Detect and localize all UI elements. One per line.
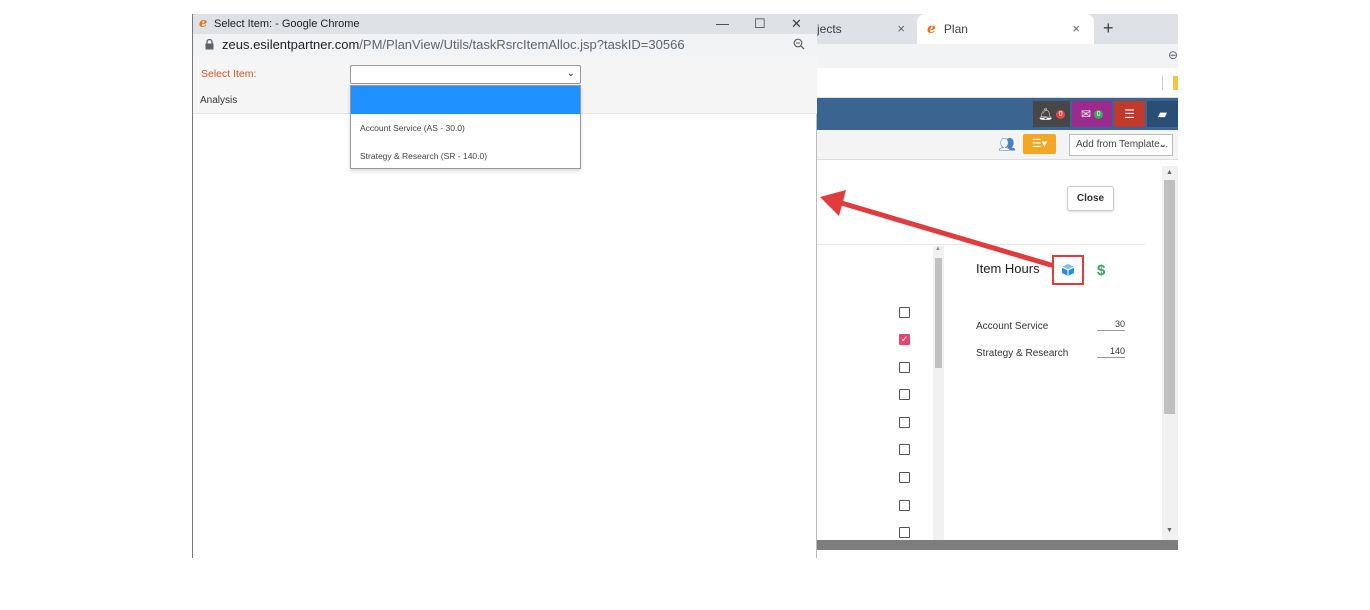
select-item-popup-window: e Select Item: - Google Chrome — ☐ ✕ zeu… <box>192 14 817 558</box>
allocation-menu-button[interactable]: ☰▾ <box>1023 134 1056 154</box>
divider <box>817 244 1145 245</box>
tab-strip: jects × e Plan × + <box>817 14 1178 44</box>
url-text: zeus.esilentpartner.com/PM/PlanView/Util… <box>222 37 685 52</box>
site-logo-icon: e <box>927 21 936 37</box>
resource-icon[interactable]: 👥︎ <box>998 136 1016 153</box>
select-item-label: Select Item: <box>201 68 257 80</box>
message-count-badge: 0 <box>1094 109 1104 119</box>
window-title: Select Item: - Google Chrome <box>214 18 360 30</box>
database-icon: ☰ <box>1124 107 1135 121</box>
modal-backdrop <box>817 540 1178 550</box>
item-hours-title: Item Hours <box>976 261 1040 276</box>
zoom-icon[interactable] <box>793 38 805 50</box>
new-tab-button[interactable]: + <box>1103 18 1114 39</box>
select-item-dropdown[interactable]: ⌄ <box>350 65 581 84</box>
mail-icon: ✉ <box>1080 107 1092 121</box>
tab-plan[interactable]: e Plan × <box>917 14 1094 44</box>
scroll-up-icon[interactable]: ▲ <box>1166 169 1173 176</box>
messages-button[interactable]: ✉ 0 <box>1072 101 1112 127</box>
chevron-down-icon: ⌄ <box>566 68 575 79</box>
url-path: /PM/PlanView/Utils/taskRsrcItemAlloc.jsp… <box>359 37 685 52</box>
notifications-button[interactable]: 🔔︎ 0 <box>1033 101 1070 127</box>
dropdown-option[interactable]: Strategy & Research (SR - 140.0) <box>351 142 580 170</box>
scroll-up-icon[interactable]: ▲ <box>935 246 941 252</box>
template-select-label: Add from Template... <box>1076 139 1169 150</box>
maximize-icon[interactable]: ☐ <box>754 16 766 32</box>
list-scrollbar[interactable]: ▲ <box>933 246 944 540</box>
analysis-label: Analysis <box>200 95 238 106</box>
cube-icon <box>1061 264 1075 276</box>
chevron-down-icon: ⌄ <box>1158 139 1167 150</box>
book-icon: ▰ <box>1157 107 1168 121</box>
cost-button[interactable]: $ <box>1097 262 1105 279</box>
site-logo-icon: e <box>199 16 208 31</box>
scrollbar-thumb[interactable] <box>935 258 942 368</box>
tab-label: Plan <box>943 22 968 36</box>
lock-icon <box>205 39 214 50</box>
app-nav-bar: 🔔︎ 0 ✉ 0 ☰ ▰ <box>817 98 1178 130</box>
row-checkbox[interactable] <box>899 307 910 318</box>
notification-count-badge: 0 <box>1056 109 1066 119</box>
item-hours-value[interactable]: 140 <box>1097 346 1125 358</box>
profile-icon[interactable]: ⊖ <box>1168 48 1178 62</box>
window-title-bar: e Select Item: - Google Chrome — ☐ ✕ <box>193 14 817 34</box>
item-hours-modal: Close ✓ ▲ Item Hours $ Account Service 3… <box>817 166 1162 540</box>
tab-close-icon[interactable]: × <box>897 21 905 36</box>
item-name: Account Service <box>976 321 1049 332</box>
database-button[interactable]: ☰ <box>1114 101 1145 127</box>
dropdown-options-list: Account Service (AS - 30.0) Strategy & R… <box>350 85 581 169</box>
item-allocation-button[interactable] <box>1052 255 1084 285</box>
tab-close-icon[interactable]: × <box>1072 21 1080 36</box>
bookmark-folder-icon[interactable] <box>1173 76 1178 90</box>
plan-toolbar: 👥︎ ☰▾ Add from Template... ⌄ <box>817 130 1178 160</box>
tab-projects[interactable]: jects × <box>817 14 917 44</box>
row-checkbox[interactable]: ✓ <box>899 334 910 345</box>
row-checkbox[interactable] <box>899 444 910 455</box>
scrollbar-thumb[interactable] <box>1164 180 1175 414</box>
address-bar[interactable]: zeus.esilentpartner.com/PM/PlanView/Util… <box>193 34 817 56</box>
close-button[interactable]: Close <box>1067 186 1114 211</box>
modal-scrollbar[interactable]: ▲ ▼ <box>1162 166 1178 540</box>
close-icon[interactable]: ✕ <box>791 16 802 32</box>
row-checkbox[interactable] <box>899 417 910 428</box>
minimize-icon[interactable]: — <box>716 16 729 31</box>
bookmarks-bar <box>817 68 1178 98</box>
background-browser-window: jects × e Plan × + ⊖ 🔔︎ 0 ✉ 0 ☰ ▰ 👥︎ ☰▾ … <box>817 14 1178 550</box>
item-hours-value[interactable]: 30 <box>1097 319 1125 331</box>
item-name: Strategy & Research <box>976 348 1069 359</box>
address-bar[interactable]: ⊖ <box>817 44 1178 68</box>
book-button[interactable]: ▰ <box>1147 101 1178 127</box>
row-checkbox[interactable] <box>899 362 910 373</box>
tab-label: jects <box>817 22 842 36</box>
scroll-down-icon[interactable]: ▼ <box>1166 527 1173 534</box>
row-checkbox[interactable] <box>899 472 910 483</box>
row-checkbox[interactable] <box>899 500 910 511</box>
row-checkbox[interactable] <box>899 527 910 538</box>
row-checkbox[interactable] <box>899 389 910 400</box>
template-select[interactable]: Add from Template... ⌄ <box>1069 134 1173 156</box>
url-host: zeus.esilentpartner.com <box>222 37 360 52</box>
dropdown-option[interactable]: Account Service (AS - 30.0) <box>351 114 580 142</box>
bell-icon: 🔔︎ <box>1037 107 1054 121</box>
dropdown-option[interactable] <box>351 86 580 114</box>
divider <box>1162 76 1163 90</box>
